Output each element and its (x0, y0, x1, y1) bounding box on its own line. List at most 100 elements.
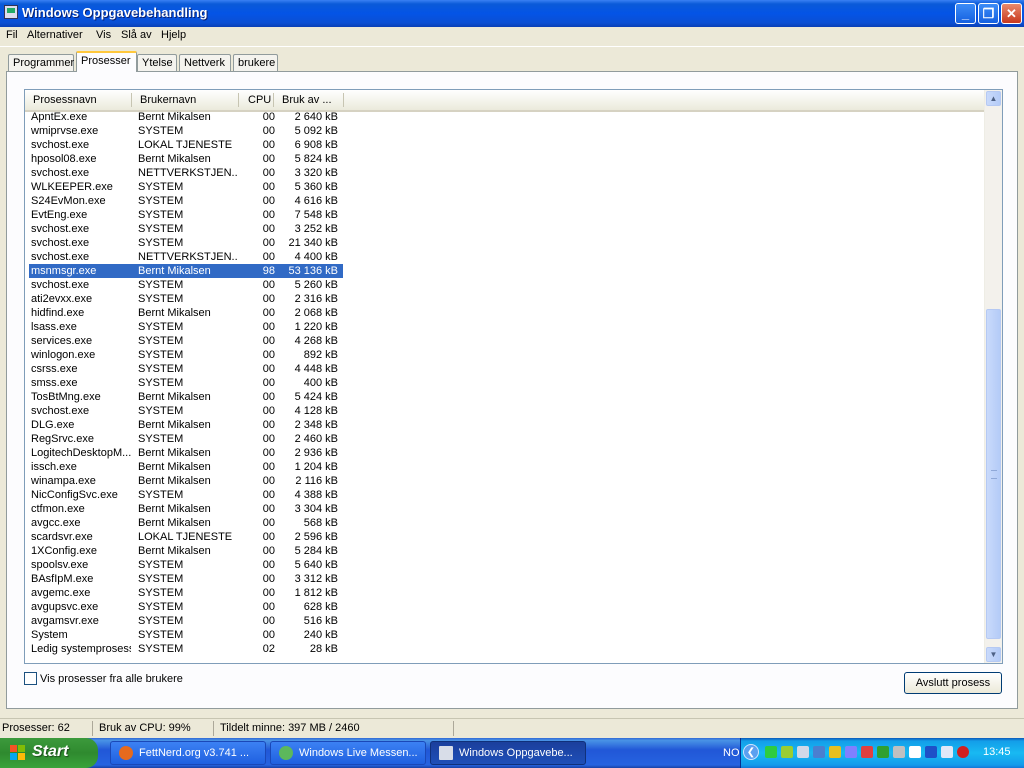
show-all-users-label[interactable]: Vis prosesser fra alle brukere (40, 673, 183, 685)
menu-file[interactable]: Fil (6, 29, 18, 41)
wifi-icon[interactable] (941, 746, 953, 758)
table-row[interactable]: msnmsgr.exe Bernt Mikalsen 98 53 136 kB (25, 264, 985, 278)
table-row[interactable]: wmiprvse.exe SYSTEM 00 5 092 kB (25, 124, 985, 138)
tab-users[interactable]: brukere (233, 54, 278, 71)
shield-icon[interactable] (957, 746, 969, 758)
menu-help[interactable]: Hjelp (161, 29, 186, 41)
column-divider[interactable] (238, 93, 239, 107)
table-row[interactable]: Ledig systemprosess SYSTEM 02 28 kB (25, 642, 985, 656)
process-list[interactable]: Prosessnavn Brukernavn CPU Bruk av ... A… (24, 89, 1003, 664)
tray-phone-icon[interactable] (893, 746, 905, 758)
table-row[interactable]: System SYSTEM 00 240 kB (25, 628, 985, 642)
table-row[interactable]: smss.exe SYSTEM 00 400 kB (25, 376, 985, 390)
table-row[interactable]: svchost.exe SYSTEM 00 5 260 kB (25, 278, 985, 292)
taskbar-item-messenger[interactable]: Windows Live Messen... (270, 741, 426, 765)
scroll-thumb[interactable] (986, 309, 1001, 639)
table-row[interactable]: winampa.exe Bernt Mikalsen 00 2 116 kB (25, 474, 985, 488)
taskbar-item-label: FettNerd.org v3.741 ... (139, 747, 250, 759)
table-row[interactable]: WLKEEPER.exe SYSTEM 00 5 360 kB (25, 180, 985, 194)
table-row[interactable]: LogitechDesktopM... Bernt Mikalsen 00 2 936… (25, 446, 985, 460)
column-header-cpu[interactable]: CPU (248, 94, 271, 106)
maximize-button[interactable]: ❐ (978, 3, 999, 24)
tray-monitor-icon[interactable] (797, 746, 809, 758)
table-row[interactable]: avgupsvc.exe SYSTEM 00 628 kB (25, 600, 985, 614)
table-row[interactable]: avgcc.exe Bernt Mikalsen 00 568 kB (25, 516, 985, 530)
tray-audio-icon[interactable] (845, 746, 857, 758)
table-row[interactable]: avgamsvr.exe SYSTEM 00 516 kB (25, 614, 985, 628)
table-row[interactable]: S24EvMon.exe SYSTEM 00 4 616 kB (25, 194, 985, 208)
minimize-button[interactable]: _ (955, 3, 976, 24)
column-header-memory[interactable]: Bruk av ... (282, 94, 340, 106)
table-row[interactable]: spoolsv.exe SYSTEM 00 5 640 kB (25, 558, 985, 572)
table-row[interactable]: NicConfigSvc.exe SYSTEM 00 4 388 kB (25, 488, 985, 502)
tray-warning-icon[interactable] (829, 746, 841, 758)
table-row[interactable]: EvtEng.exe SYSTEM 00 7 548 kB (25, 208, 985, 222)
menu-options[interactable]: Alternativer (27, 29, 83, 41)
table-row[interactable]: ati2evxx.exe SYSTEM 00 2 316 kB (25, 292, 985, 306)
menu-shutdown[interactable]: Slå av (121, 29, 152, 41)
column-header-process-name[interactable]: Prosessnavn (33, 94, 97, 106)
language-indicator[interactable]: NO (723, 747, 740, 759)
cell-process-name: S24EvMon.exe (31, 195, 106, 207)
taskbar-item-firefox[interactable]: FettNerd.org v3.741 ... (110, 741, 266, 765)
table-row[interactable]: RegSrvc.exe SYSTEM 00 2 460 kB (25, 432, 985, 446)
scroll-down-arrow-icon[interactable]: ▼ (986, 647, 1001, 662)
cell-memory: 7 548 kB (294, 209, 338, 221)
taskbar-item-task-manager[interactable]: Windows Oppgavebe... (430, 741, 586, 765)
cell-cpu: 00 (262, 433, 275, 445)
end-process-button[interactable]: Avslutt prosess (904, 672, 1002, 694)
tray-network-icon[interactable] (813, 746, 825, 758)
tray-user-icon[interactable] (781, 746, 793, 758)
column-header-user-name[interactable]: Brukernavn (140, 94, 196, 106)
table-row[interactable]: 1XConfig.exe Bernt Mikalsen 00 5 284 kB (25, 544, 985, 558)
table-row[interactable]: ApntEx.exe Bernt Mikalsen 00 2 640 kB (25, 110, 985, 124)
menu-view[interactable]: Vis (96, 29, 111, 41)
table-row[interactable]: svchost.exe SYSTEM 00 21 340 kB (25, 236, 985, 250)
show-all-users-checkbox[interactable] (24, 672, 37, 685)
scroll-up-arrow-icon[interactable]: ▲ (986, 91, 1001, 106)
tab-performance[interactable]: Ytelse (137, 54, 177, 71)
table-row[interactable]: svchost.exe SYSTEM 00 3 252 kB (25, 222, 985, 236)
table-row[interactable]: issch.exe Bernt Mikalsen 00 1 204 kB (25, 460, 985, 474)
table-row[interactable]: ctfmon.exe Bernt Mikalsen 00 3 304 kB (25, 502, 985, 516)
tray-app-icon[interactable] (861, 746, 873, 758)
table-row[interactable]: lsass.exe SYSTEM 00 1 220 kB (25, 320, 985, 334)
table-row[interactable]: svchost.exe LOKAL TJENESTE 00 6 908 kB (25, 138, 985, 152)
column-divider[interactable] (131, 93, 132, 107)
table-row[interactable]: DLG.exe Bernt Mikalsen 00 2 348 kB (25, 418, 985, 432)
table-row[interactable]: TosBtMng.exe Bernt Mikalsen 00 5 424 kB (25, 390, 985, 404)
title-bar[interactable]: Windows Oppgavebehandling _ ❐ ✕ (0, 0, 1024, 27)
table-row[interactable]: avgemc.exe SYSTEM 00 1 812 kB (25, 586, 985, 600)
table-row[interactable]: csrss.exe SYSTEM 00 4 448 kB (25, 362, 985, 376)
table-row[interactable]: scardsvr.exe LOKAL TJENESTE 00 2 596 kB (25, 530, 985, 544)
vertical-scrollbar[interactable]: ▲ ▼ (984, 90, 1002, 663)
column-divider[interactable] (273, 93, 274, 107)
tray-app-icon[interactable] (765, 746, 777, 758)
table-row[interactable]: BAsfIpM.exe SYSTEM 00 3 312 kB (25, 572, 985, 586)
table-row[interactable]: svchost.exe NETTVERKSTJEN... 00 4 400 kB (25, 250, 985, 264)
table-row[interactable]: services.exe SYSTEM 00 4 268 kB (25, 334, 985, 348)
table-row[interactable]: svchost.exe NETTVERKSTJEN... 00 3 320 kB (25, 166, 985, 180)
clock[interactable]: 13:45 (983, 746, 1011, 758)
bluetooth-icon[interactable] (925, 746, 937, 758)
cell-cpu: 00 (262, 559, 275, 571)
tab-processes[interactable]: Prosesser (76, 51, 137, 72)
close-button[interactable]: ✕ (1001, 3, 1022, 24)
start-button[interactable]: Start (0, 738, 98, 768)
chevron-left-icon[interactable]: ❮ (743, 744, 759, 760)
cell-memory: 3 304 kB (294, 503, 338, 515)
cell-process-name: Ledig systemprosess (31, 643, 131, 655)
tray-app-icon[interactable] (877, 746, 889, 758)
cell-process-name: LogitechDesktopM... (31, 447, 131, 459)
table-row[interactable]: hposol08.exe Bernt Mikalsen 00 5 824 kB (25, 152, 985, 166)
cell-cpu: 00 (262, 209, 275, 221)
tab-network[interactable]: Nettverk (179, 54, 231, 71)
tab-applications[interactable]: Programmer (8, 54, 74, 71)
table-row[interactable]: hidfind.exe Bernt Mikalsen 00 2 068 kB (25, 306, 985, 320)
cell-process-name: scardsvr.exe (31, 531, 93, 543)
table-row[interactable]: svchost.exe SYSTEM 00 4 128 kB (25, 404, 985, 418)
tray-display-icon[interactable] (909, 746, 921, 758)
column-divider[interactable] (343, 93, 344, 107)
table-row[interactable]: winlogon.exe SYSTEM 00 892 kB (25, 348, 985, 362)
cell-user-name: Bernt Mikalsen (138, 503, 211, 515)
